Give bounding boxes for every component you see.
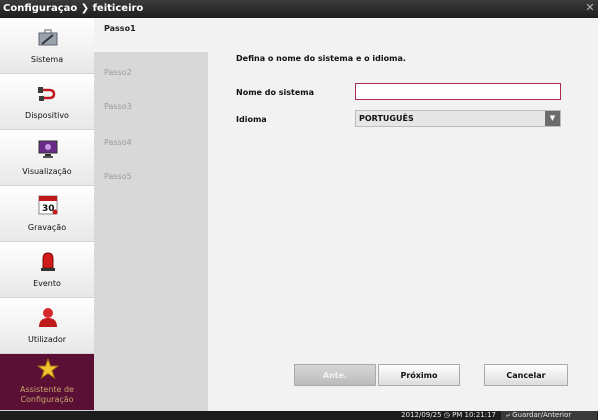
sidebar-item-dispositivo[interactable]: Dispositivo — [0, 74, 94, 130]
alarm-siren-icon — [41, 252, 55, 271]
sidebar: Sistema Dispositivo Visualização 30 Grav… — [0, 18, 94, 411]
step-3: Passo3 — [104, 102, 132, 111]
close-icon[interactable]: ✕ — [583, 1, 597, 15]
sidebar-item-utilizador[interactable]: Utilizador — [0, 298, 94, 354]
calendar-30-icon: 30 — [38, 195, 58, 215]
instruction-text: Defina o nome do sistema e o idioma. — [236, 54, 406, 63]
wizard-star-icon — [37, 358, 59, 380]
system-name-input[interactable] — [355, 83, 561, 100]
sidebar-item-label: Assistente de Configuração — [20, 385, 74, 404]
window-title: Configuraçao ❯ feiticeiro — [3, 3, 144, 14]
save-back-button[interactable]: ⤶ Guardar/Anterior — [501, 411, 597, 420]
system-name-label: Nome do sistema — [236, 88, 314, 97]
step-2: Passo2 — [104, 68, 132, 77]
sidebar-item-label: Utilizador — [27, 335, 67, 344]
prev-button[interactable]: Ante. — [294, 364, 376, 386]
language-label: Idioma — [236, 115, 267, 124]
dropdown-arrow-icon[interactable]: ▼ — [545, 111, 560, 126]
monitor-icon — [38, 140, 58, 158]
sidebar-item-label: Evento — [33, 279, 61, 288]
cable-plug-icon — [38, 87, 56, 101]
briefcase-wrench-icon — [38, 29, 58, 46]
clock-readout: 2012/09/25 ◷ PM 10:21:17 — [401, 411, 496, 419]
sidebar-item-evento[interactable]: Evento — [0, 242, 94, 298]
main-panel: Defina o nome do sistema e o idioma. Nom… — [208, 18, 598, 411]
sidebar-item-visualizacao[interactable]: Visualização — [0, 130, 94, 186]
next-button[interactable]: Próximo — [378, 364, 460, 386]
sidebar-item-assistente[interactable]: Assistente de Configuração — [0, 354, 94, 411]
cancel-button[interactable]: Cancelar — [484, 364, 568, 386]
sidebar-item-sistema[interactable]: Sistema — [0, 18, 94, 74]
sidebar-item-label: Visualização — [22, 167, 72, 176]
language-select[interactable]: PORTUGUÊS ▼ — [355, 110, 561, 127]
steps-panel: Passo1 Passo2 Passo3 Passo4 Passo5 — [94, 18, 208, 411]
status-bar: 2012/09/25 ◷ PM 10:21:17 ⤶ Guardar/Anter… — [0, 411, 598, 420]
user-icon — [39, 308, 57, 327]
title-bar: Configuraçao ❯ feiticeiro ✕ — [0, 0, 598, 18]
language-value: PORTUGUÊS — [359, 114, 414, 123]
step-5: Passo5 — [104, 172, 132, 181]
step-1[interactable]: Passo1 — [94, 18, 208, 52]
sidebar-item-gravacao[interactable]: 30 Gravação — [0, 186, 94, 242]
sidebar-item-label: Gravação — [27, 223, 67, 232]
step-4: Passo4 — [104, 138, 132, 147]
sidebar-item-label: Sistema — [30, 55, 64, 64]
sidebar-item-label: Dispositivo — [25, 111, 69, 120]
